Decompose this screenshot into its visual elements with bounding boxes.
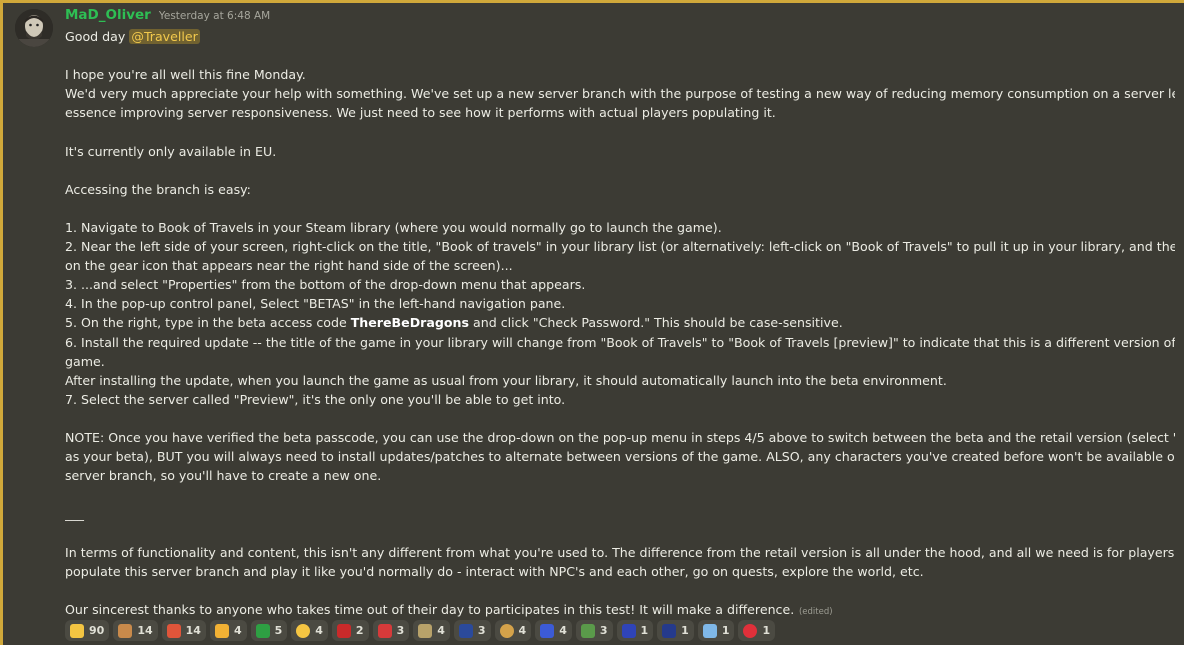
reaction-count: 14 bbox=[137, 624, 153, 637]
reaction-count: 1 bbox=[640, 624, 649, 637]
reaction-button[interactable]: 3 bbox=[372, 620, 410, 641]
cheese-icon bbox=[296, 623, 311, 638]
message-line: 7. Select the server called "Preview", i… bbox=[65, 391, 566, 407]
reaction-count: 1 bbox=[721, 624, 730, 637]
message-line: Our sincerest thanks to anyone who takes… bbox=[65, 601, 833, 617]
step-5-line: 5. On the right, type in the beta access… bbox=[65, 313, 1175, 332]
message-line: as your beta), BUT you will always need … bbox=[65, 449, 1175, 465]
flag-taiwan-icon bbox=[336, 623, 351, 638]
reaction-button[interactable]: 3 bbox=[575, 620, 613, 641]
burst-icon bbox=[166, 623, 181, 638]
message-line: In terms of functionality and content, t… bbox=[65, 544, 1175, 560]
message-line: ___ bbox=[65, 506, 84, 522]
message-line: We'd very much appreciate your help with… bbox=[65, 86, 1175, 102]
hand-icon bbox=[118, 623, 133, 638]
greeting-text: Good day bbox=[65, 29, 130, 44]
message-paragraphs: I hope you're all well this fine Monday.… bbox=[65, 65, 1175, 313]
reaction-count: 4 bbox=[315, 624, 323, 637]
message-line: It's currently only available in EU. bbox=[65, 143, 277, 159]
message-line: populate this server branch and play it … bbox=[65, 563, 924, 579]
reaction-button[interactable]: 4 bbox=[413, 620, 450, 641]
reaction-count: 4 bbox=[233, 624, 242, 637]
custom-emoji-icon bbox=[418, 623, 433, 638]
reaction-button[interactable]: 2 bbox=[331, 620, 369, 641]
reaction-button[interactable]: 14 bbox=[113, 620, 158, 641]
message-line: 2. Near the left side of your screen, ri… bbox=[65, 239, 1175, 255]
reaction-count: 3 bbox=[599, 624, 608, 637]
timestamp[interactable]: Yesterday at 6:48 AM bbox=[159, 10, 270, 22]
edited-label: (edited) bbox=[796, 606, 833, 617]
reaction-button[interactable]: 4 bbox=[209, 620, 247, 641]
chat-message: MaD_Oliver Yesterday at 6:48 AM Good day… bbox=[0, 0, 1184, 645]
step-5-text: 5. On the right, type in the beta access… bbox=[65, 315, 351, 331]
message-line: server branch, so you'll have to create … bbox=[65, 468, 382, 484]
reaction-count: 3 bbox=[477, 624, 486, 637]
money-icon bbox=[580, 623, 595, 638]
reaction-button[interactable]: 14 bbox=[161, 620, 206, 641]
avatar[interactable] bbox=[15, 9, 53, 47]
flag-france-icon bbox=[540, 623, 555, 638]
reaction-button[interactable]: 4 bbox=[494, 620, 532, 641]
reaction-button[interactable]: 3 bbox=[453, 620, 491, 641]
reaction-count: 4 bbox=[559, 624, 567, 637]
reaction-count: 1 bbox=[681, 624, 689, 637]
reaction-button[interactable]: 5 bbox=[250, 620, 288, 641]
message-header: MaD_Oliver Yesterday at 6:48 AM bbox=[65, 7, 270, 27]
reaction-count: 14 bbox=[185, 624, 201, 637]
reaction-count: 90 bbox=[89, 624, 105, 637]
username[interactable]: MaD_Oliver bbox=[65, 7, 151, 23]
reaction-button[interactable]: 90 bbox=[65, 620, 110, 641]
reaction-count: 4 bbox=[518, 624, 527, 637]
message-line: game. bbox=[65, 353, 105, 369]
avatar-image-icon bbox=[15, 9, 53, 47]
potato-icon bbox=[499, 623, 514, 638]
flag-argentina-icon bbox=[702, 623, 717, 638]
reaction-button[interactable]: 1 bbox=[697, 620, 735, 641]
greeting-line: Good day @Traveller bbox=[65, 27, 1175, 46]
reaction-button[interactable]: 1 bbox=[657, 620, 694, 641]
reaction-button[interactable]: 1 bbox=[738, 620, 776, 641]
message-line: 6. Install the required update -- the ti… bbox=[65, 334, 1175, 350]
reaction-count: 5 bbox=[274, 624, 283, 637]
message-body: Good day @Traveller I hope you're all we… bbox=[65, 27, 1175, 622]
heart-icon bbox=[743, 623, 758, 638]
flag-brazil-icon bbox=[255, 623, 270, 638]
message-paragraphs-continued: 6. Install the required update -- the ti… bbox=[65, 333, 1175, 622]
reaction-button[interactable]: 1 bbox=[616, 620, 654, 641]
message-line: After installing the update, when you la… bbox=[65, 372, 947, 388]
message-line: on the gear icon that appears near the r… bbox=[65, 258, 513, 274]
flag-canada-icon bbox=[377, 623, 392, 638]
beta-access-code: ThereBeDragons bbox=[350, 315, 469, 331]
flag-uk-icon bbox=[458, 623, 473, 638]
flexed-biceps-icon bbox=[214, 623, 229, 638]
user-mention[interactable]: @Traveller bbox=[129, 29, 200, 44]
flag-australia-icon bbox=[662, 623, 677, 638]
message-line: 4. In the pop-up control panel, Select "… bbox=[65, 296, 566, 312]
message-line: essence improving server responsiveness.… bbox=[65, 105, 776, 121]
thumbs-up-icon bbox=[70, 623, 84, 638]
message-line: NOTE: Once you have verified the beta pa… bbox=[65, 429, 1175, 445]
flag-eu-icon bbox=[621, 623, 636, 638]
reaction-count: 1 bbox=[762, 624, 771, 637]
reactions-bar: 90 14 14 4 5 4 2 3 4 3 4 4 3 1 1 1 1 bbox=[65, 620, 776, 641]
reaction-button[interactable]: 4 bbox=[291, 620, 328, 641]
reaction-count: 4 bbox=[437, 624, 445, 637]
message-line: I hope you're all well this fine Monday. bbox=[65, 67, 306, 83]
reaction-count: 2 bbox=[355, 624, 364, 637]
message-line: 1. Navigate to Book of Travels in your S… bbox=[65, 219, 722, 235]
message-line: 3. ...and select "Properties" from the b… bbox=[65, 277, 586, 293]
reaction-button[interactable]: 4 bbox=[535, 620, 572, 641]
step-5-text-end: and click "Check Password." This should … bbox=[469, 315, 843, 331]
message-line: Accessing the branch is easy: bbox=[65, 181, 251, 197]
reaction-count: 3 bbox=[396, 624, 405, 637]
